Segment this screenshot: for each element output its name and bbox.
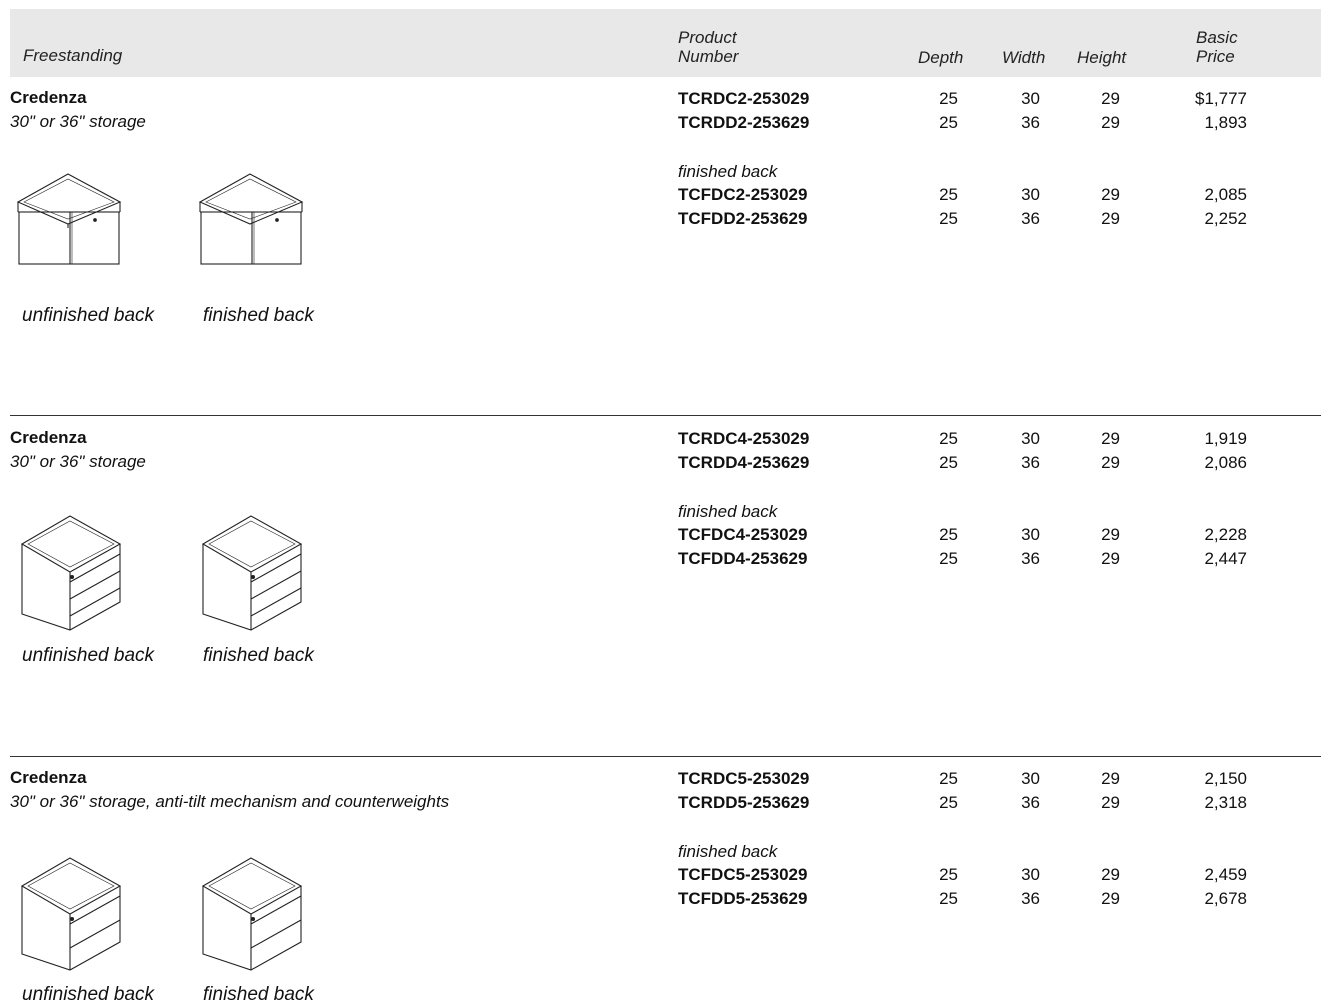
width-value: 36 <box>1021 889 1040 908</box>
price-value: 2,447 <box>1204 549 1247 568</box>
header-height: Height <box>1077 48 1127 67</box>
price-value: 2,678 <box>1204 889 1247 908</box>
price-value: 2,318 <box>1204 793 1247 812</box>
header-category: Freestanding <box>23 46 123 65</box>
section-divider <box>10 415 1321 416</box>
caption-unfinished-back: unfinished back <box>22 305 155 326</box>
price-value: 2,086 <box>1204 453 1247 472</box>
header-width: Width <box>1002 48 1046 67</box>
width-value: 36 <box>1021 549 1040 568</box>
header-product-number-line1: Product <box>678 28 737 47</box>
caption-finished-back: finished back <box>203 305 314 326</box>
width-value: 30 <box>1021 185 1040 204</box>
height-value: 29 <box>1101 793 1120 812</box>
price-value: 2,085 <box>1204 185 1247 204</box>
caption-unfinished-back: unfinished back <box>22 984 155 1005</box>
width-value: 30 <box>1021 525 1040 544</box>
depth-value: 25 <box>939 453 958 472</box>
header-price-line2: Price <box>1196 47 1235 66</box>
section-subtitle: 30" or 36" storage <box>10 112 146 131</box>
depth-value: 25 <box>939 429 958 448</box>
height-value: 29 <box>1101 185 1120 204</box>
width-value: 30 <box>1021 865 1040 884</box>
height-value: 29 <box>1101 453 1120 472</box>
depth-value: 25 <box>939 209 958 228</box>
section-title: Credenza <box>10 428 87 447</box>
product-number: TCRDD4-253629 <box>678 453 810 472</box>
width-value: 36 <box>1021 793 1040 812</box>
header-price-line1: Basic <box>1196 28 1238 47</box>
product-number: TCFDC2-253029 <box>678 185 808 204</box>
product-number: TCFDD4-253629 <box>678 549 808 568</box>
product-number: TCFDD2-253629 <box>678 209 808 228</box>
finished-back-label: finished back <box>678 502 778 521</box>
depth-value: 25 <box>939 549 958 568</box>
credenza-three-drawer-icon <box>201 515 303 631</box>
depth-value: 25 <box>939 769 958 788</box>
section-subtitle: 30" or 36" storage, anti-tilt mechanism … <box>10 792 450 811</box>
price-value: 1,893 <box>1204 113 1247 132</box>
caption-unfinished-back: unfinished back <box>22 645 155 666</box>
depth-value: 25 <box>939 185 958 204</box>
width-value: 30 <box>1021 89 1040 108</box>
finished-back-label: finished back <box>678 842 778 861</box>
height-value: 29 <box>1101 89 1120 108</box>
section-title: Credenza <box>10 88 87 107</box>
caption-finished-back: finished back <box>203 645 314 666</box>
height-value: 29 <box>1101 209 1120 228</box>
section-subtitle: 30" or 36" storage <box>10 452 146 471</box>
price-value: 1,919 <box>1204 429 1247 448</box>
product-number: TCRDC2-253029 <box>678 89 810 108</box>
depth-value: 25 <box>939 525 958 544</box>
product-number: TCRDC4-253029 <box>678 429 810 448</box>
product-number: TCRDD5-253629 <box>678 793 810 812</box>
price-value: 2,252 <box>1204 209 1247 228</box>
price-value: 2,459 <box>1204 865 1247 884</box>
price-value: 2,150 <box>1204 769 1247 788</box>
price-value: 2,228 <box>1204 525 1247 544</box>
depth-value: 25 <box>939 793 958 812</box>
height-value: 29 <box>1101 429 1120 448</box>
depth-value: 25 <box>939 89 958 108</box>
section-divider <box>10 756 1321 757</box>
product-number: TCFDD5-253629 <box>678 889 808 908</box>
credenza-two-door-icon <box>16 173 122 265</box>
credenza-three-drawer-icon <box>20 515 122 631</box>
header-product-number-line2: Number <box>678 47 739 66</box>
product-number: TCRDC5-253029 <box>678 769 810 788</box>
price-value: $1,777 <box>1195 89 1247 108</box>
product-number: TCFDC5-253029 <box>678 865 808 884</box>
height-value: 29 <box>1101 113 1120 132</box>
height-value: 29 <box>1101 865 1120 884</box>
credenza-two-door-icon <box>198 173 304 265</box>
height-value: 29 <box>1101 769 1120 788</box>
product-number: TCFDC4-253029 <box>678 525 808 544</box>
width-value: 30 <box>1021 769 1040 788</box>
depth-value: 25 <box>939 113 958 132</box>
product-number: TCRDD2-253629 <box>678 113 810 132</box>
width-value: 36 <box>1021 113 1040 132</box>
height-value: 29 <box>1101 889 1120 908</box>
finished-back-label: finished back <box>678 162 778 181</box>
height-value: 29 <box>1101 549 1120 568</box>
header-depth: Depth <box>918 48 964 67</box>
width-value: 30 <box>1021 429 1040 448</box>
credenza-two-drawer-icon <box>201 857 303 971</box>
height-value: 29 <box>1101 525 1120 544</box>
credenza-two-drawer-icon <box>20 857 122 971</box>
depth-value: 25 <box>939 865 958 884</box>
caption-finished-back: finished back <box>203 984 314 1005</box>
depth-value: 25 <box>939 889 958 908</box>
section-title: Credenza <box>10 768 87 787</box>
width-value: 36 <box>1021 209 1040 228</box>
width-value: 36 <box>1021 453 1040 472</box>
